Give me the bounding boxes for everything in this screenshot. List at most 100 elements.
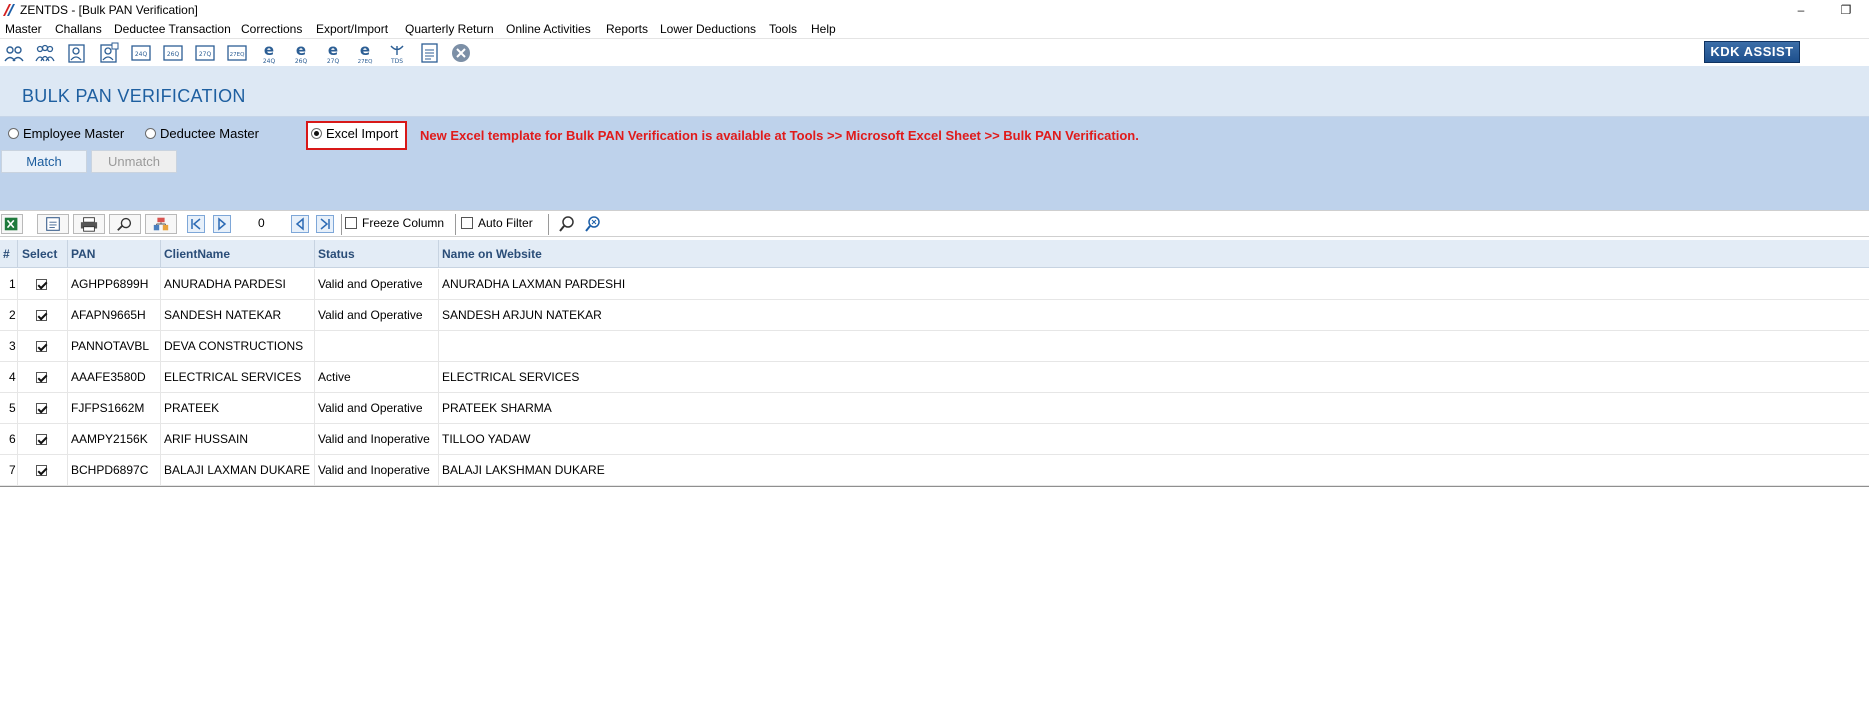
col-name-on-website-header[interactable]: Name on Website <box>439 240 1869 268</box>
auto-filter-checkbox[interactable]: Auto Filter <box>461 216 533 230</box>
table-row[interactable]: 5 FJFPS1662M PRATEEK Valid and Operative… <box>0 393 1869 424</box>
select-cell <box>18 331 68 362</box>
row-select-checkbox[interactable] <box>36 403 47 414</box>
form-24q-icon[interactable]: 24Q <box>130 41 152 65</box>
client-name-cell: ELECTRICAL SERVICES <box>161 362 315 393</box>
last-record-icon[interactable] <box>316 215 334 233</box>
next-record-icon[interactable] <box>213 215 231 233</box>
excel-export-icon[interactable] <box>1 214 23 234</box>
col-pan-header[interactable]: PAN <box>68 240 161 268</box>
xml-export-icon[interactable] <box>37 214 69 234</box>
freeze-column-checkbox[interactable]: Freeze Column <box>345 216 444 230</box>
grid-bottom-border <box>0 486 1869 487</box>
deductee-master-radio[interactable]: Deductee Master <box>145 126 259 141</box>
pan-cell: BCHPD6897C <box>68 455 161 486</box>
table-row[interactable]: 2 AFAPN9665H SANDESH NATEKAR Valid and O… <box>0 300 1869 331</box>
client-name-cell: PRATEEK <box>161 393 315 424</box>
print-icon[interactable] <box>73 214 105 234</box>
match-button[interactable]: Match <box>1 150 87 173</box>
form-26q-label: 26Q <box>167 51 180 58</box>
radio-circle[interactable] <box>8 128 19 139</box>
menu-lower-deductions[interactable]: Lower Deductions <box>660 22 756 36</box>
table-row[interactable]: 7 BCHPD6897C BALAJI LAXMAN DUKARE Valid … <box>0 455 1869 486</box>
close-icon[interactable] <box>450 41 472 65</box>
group-icon[interactable] <box>34 41 56 65</box>
row-select-checkbox[interactable] <box>36 279 47 290</box>
menu-tools[interactable]: Tools <box>769 22 797 36</box>
record-count: 0 <box>258 216 265 230</box>
menu-master[interactable]: Master <box>5 22 42 36</box>
table-row[interactable]: 4 AAAFE3580D ELECTRICAL SERVICES Active … <box>0 362 1869 393</box>
menu-help[interactable]: Help <box>811 22 836 36</box>
unmatch-button[interactable]: Unmatch <box>91 150 177 173</box>
e-27q-label: 27Q <box>327 58 340 65</box>
column-chooser-icon[interactable] <box>145 214 177 234</box>
search-icon[interactable] <box>558 215 576 233</box>
kdk-assist-button[interactable]: KDK ASSIST <box>1704 41 1800 63</box>
form-27eq-label: 27EQ <box>230 52 245 58</box>
col-status-header[interactable]: Status <box>315 240 439 268</box>
users-icon[interactable] <box>3 41 25 65</box>
e-24q-icon[interactable]: e 24Q <box>258 41 280 65</box>
restore-button[interactable]: ❐ <box>1831 0 1861 20</box>
row-select-checkbox[interactable] <box>36 372 47 383</box>
grid-header: # Select PAN ClientName Status Name on W… <box>0 240 1869 268</box>
freeze-column-label: Freeze Column <box>362 216 445 230</box>
find-icon[interactable] <box>109 214 141 234</box>
row-select-checkbox[interactable] <box>36 310 47 321</box>
clear-search-icon[interactable] <box>584 215 602 233</box>
form-27eq-icon[interactable]: 27EQ <box>226 41 248 65</box>
minimize-button[interactable]: – <box>1786 0 1816 20</box>
form-24q-label: 24Q <box>135 51 148 58</box>
report-icon[interactable] <box>418 41 440 65</box>
client-name-cell: ANURADHA PARDESI <box>161 269 315 300</box>
tds-label: TDS <box>390 58 403 65</box>
table-row[interactable]: 6 AAMPY2156K ARIF HUSSAIN Valid and Inop… <box>0 424 1869 455</box>
tds-icon[interactable]: TDS <box>386 41 408 65</box>
menu-challans[interactable]: Challans <box>55 22 102 36</box>
checkbox-box[interactable] <box>461 217 473 229</box>
pan-cell: AAAFE3580D <box>68 362 161 393</box>
employee-icon[interactable] <box>66 41 88 65</box>
menu-corrections[interactable]: Corrections <box>241 22 302 36</box>
employee-master-radio[interactable]: Employee Master <box>8 126 124 141</box>
row-select-checkbox[interactable] <box>36 341 47 352</box>
col-select-header[interactable]: Select <box>18 240 68 268</box>
table-row[interactable]: 1 AGHPP6899H ANURADHA PARDESI Valid and … <box>0 269 1869 300</box>
col-clientname-header[interactable]: ClientName <box>161 240 315 268</box>
e-27eq-label: 27EQ <box>358 59 373 65</box>
select-cell <box>18 300 68 331</box>
title-bar: ZENTDS - [Bulk PAN Verification] – ❐ <box>0 0 1869 20</box>
select-cell <box>18 269 68 300</box>
form-26q-icon[interactable]: 26Q <box>162 41 184 65</box>
row-select-checkbox[interactable] <box>36 465 47 476</box>
e-24q-label: 24Q <box>263 58 276 65</box>
grid-toolbar: 0 Freeze Column Auto Filter <box>0 210 1869 237</box>
menu-export-import[interactable]: Export/Import <box>316 22 388 36</box>
row-select-checkbox[interactable] <box>36 434 47 445</box>
e-27q-icon[interactable]: e 27Q <box>322 41 344 65</box>
form-27q-icon[interactable]: 27Q <box>194 41 216 65</box>
col-number-header[interactable]: # <box>0 240 18 268</box>
status-cell: Valid and Operative <box>315 300 439 331</box>
radio-circle[interactable] <box>145 128 156 139</box>
excel-import-radio[interactable]: Excel Import <box>311 126 398 141</box>
e-26q-icon[interactable]: e 26Q <box>290 41 312 65</box>
client-name-cell: BALAJI LAXMAN DUKARE <box>161 455 315 486</box>
menu-deductee-transaction[interactable]: Deductee Transaction <box>114 22 231 36</box>
employee-master-label: Employee Master <box>23 126 125 141</box>
form-27q-label: 27Q <box>199 51 212 58</box>
deductee-icon[interactable] <box>98 41 120 65</box>
radio-circle-selected[interactable] <box>311 128 322 139</box>
select-cell <box>18 424 68 455</box>
menu-bar: Master Challans Deductee Transaction Cor… <box>0 20 1869 38</box>
table-row[interactable]: 3 PANNOTAVBL DEVA CONSTRUCTIONS <box>0 331 1869 362</box>
website-name-cell: PRATEEK SHARMA <box>442 401 552 415</box>
first-record-icon[interactable] <box>187 215 205 233</box>
previous-record-icon[interactable] <box>291 215 309 233</box>
checkbox-box[interactable] <box>345 217 357 229</box>
menu-online-activities[interactable]: Online Activities <box>506 22 591 36</box>
e-27eq-icon[interactable]: e 27EQ <box>354 41 376 65</box>
menu-reports[interactable]: Reports <box>606 22 648 36</box>
menu-quarterly-return[interactable]: Quarterly Return <box>405 22 494 36</box>
